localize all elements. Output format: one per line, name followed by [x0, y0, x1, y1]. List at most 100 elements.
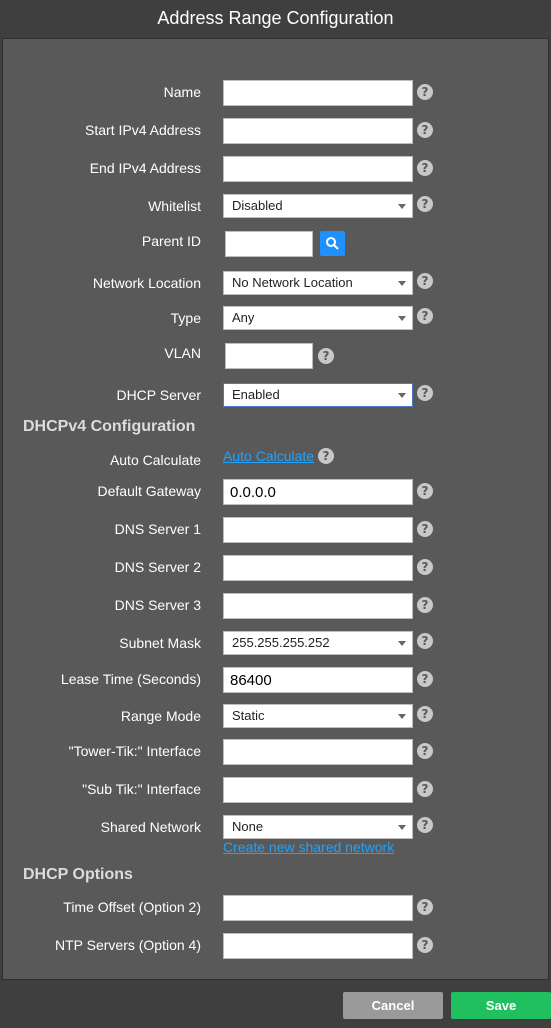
- dns-server-2-label: DNS Server 2: [114, 559, 201, 575]
- network-location-select[interactable]: No Network Location: [223, 271, 413, 295]
- help-icon[interactable]: ?: [417, 559, 433, 575]
- vlan-input[interactable]: [225, 343, 313, 369]
- tower-tik-row: "Tower-Tik:" Interface ?: [3, 739, 548, 765]
- dhcp-server-label: DHCP Server: [116, 387, 201, 403]
- parent-id-row: Parent ID: [3, 231, 548, 257]
- help-icon[interactable]: ?: [417, 706, 433, 722]
- ntp-servers-label: NTP Servers (Option 4): [54, 937, 201, 953]
- shared-network-select[interactable]: None: [223, 815, 413, 839]
- lease-time-input[interactable]: [223, 667, 413, 693]
- dhcp-options-heading: DHCP Options: [23, 866, 133, 883]
- tower-tik-input[interactable]: [223, 739, 413, 765]
- start-ipv4-row: Start IPv4 Address ?: [3, 118, 548, 144]
- end-ipv4-label: End IPv4 Address: [89, 160, 201, 176]
- dns-server-1-input[interactable]: [223, 517, 413, 543]
- dialog-footer: Cancel Save: [0, 980, 551, 1028]
- time-offset-input[interactable]: [223, 895, 413, 921]
- range-mode-row: Range Mode Static ?: [3, 704, 548, 730]
- network-location-row: Network Location No Network Location ?: [3, 271, 548, 297]
- help-icon[interactable]: ?: [417, 781, 433, 797]
- subnet-mask-label: Subnet Mask: [119, 635, 201, 651]
- whitelist-select[interactable]: Disabled: [223, 194, 413, 218]
- help-icon[interactable]: ?: [417, 160, 433, 176]
- vlan-row: VLAN ?: [3, 343, 548, 369]
- save-button[interactable]: Save: [451, 992, 551, 1019]
- help-icon[interactable]: ?: [417, 743, 433, 759]
- dns-server-3-input[interactable]: [223, 593, 413, 619]
- time-offset-label: Time Offset (Option 2): [63, 899, 201, 915]
- dns-server-1-row: DNS Server 1 ?: [3, 517, 548, 543]
- help-icon[interactable]: ?: [417, 521, 433, 537]
- whitelist-row: Whitelist Disabled ?: [3, 194, 548, 220]
- subnet-mask-value: 255.255.255.252: [232, 635, 330, 650]
- dhcp-server-value: Enabled: [232, 387, 280, 402]
- form-panel: Name ? Start IPv4 Address ? End IPv4 Add…: [2, 38, 549, 980]
- time-offset-row: Time Offset (Option 2) ?: [3, 895, 548, 921]
- help-icon[interactable]: ?: [417, 122, 433, 138]
- start-ipv4-input[interactable]: [223, 118, 413, 144]
- help-icon[interactable]: ?: [417, 633, 433, 649]
- dhcp-server-select[interactable]: Enabled: [223, 383, 413, 407]
- help-icon[interactable]: ?: [417, 817, 433, 833]
- dialog-titlebar: Address Range Configuration: [0, 0, 551, 38]
- type-select[interactable]: Any: [223, 306, 413, 330]
- dns-server-2-row: DNS Server 2 ?: [3, 555, 548, 581]
- name-label: Name: [163, 84, 201, 100]
- search-icon: [326, 237, 339, 250]
- network-location-label: Network Location: [92, 275, 201, 291]
- help-icon[interactable]: ?: [417, 84, 433, 100]
- dns-server-3-row: DNS Server 3 ?: [3, 593, 548, 619]
- chevron-down-icon: [398, 204, 406, 209]
- chevron-down-icon: [398, 281, 406, 286]
- subnet-mask-row: Subnet Mask 255.255.255.252 ?: [3, 631, 548, 657]
- default-gateway-row: Default Gateway ?: [3, 479, 548, 505]
- vlan-label: VLAN: [164, 345, 201, 361]
- range-mode-value: Static: [232, 708, 265, 723]
- ntp-servers-row: NTP Servers (Option 4) ?: [3, 933, 548, 959]
- help-icon[interactable]: ?: [417, 937, 433, 953]
- chevron-down-icon: [398, 393, 406, 398]
- chevron-down-icon: [398, 825, 406, 830]
- cancel-button[interactable]: Cancel: [343, 992, 443, 1019]
- help-icon[interactable]: ?: [417, 671, 433, 687]
- whitelist-value: Disabled: [232, 198, 283, 213]
- type-label: Type: [170, 310, 201, 326]
- whitelist-label: Whitelist: [148, 198, 201, 214]
- shared-network-value: None: [232, 819, 264, 834]
- help-icon[interactable]: ?: [417, 899, 433, 915]
- search-button[interactable]: [320, 231, 345, 256]
- default-gateway-input[interactable]: [223, 479, 413, 505]
- range-mode-select[interactable]: Static: [223, 704, 413, 728]
- help-icon[interactable]: ?: [417, 597, 433, 613]
- dialog-title: Address Range Configuration: [157, 8, 394, 28]
- help-icon[interactable]: ?: [318, 348, 334, 364]
- shared-network-row: Shared Network None ?: [3, 815, 548, 841]
- dhcpv4-heading: DHCPv4 Configuration: [23, 418, 196, 435]
- ntp-servers-input[interactable]: [223, 933, 413, 959]
- dhcp-server-row: DHCP Server Enabled ?: [3, 383, 548, 409]
- dns-server-1-label: DNS Server 1: [114, 521, 201, 537]
- chevron-down-icon: [398, 714, 406, 719]
- type-row: Type Any ?: [3, 306, 548, 332]
- auto-calculate-link[interactable]: Auto Calculate: [223, 448, 314, 464]
- sub-tik-input[interactable]: [223, 777, 413, 803]
- network-location-value: No Network Location: [232, 275, 353, 290]
- auto-calculate-row: Auto Calculate Auto Calculate ?: [3, 448, 548, 474]
- help-icon[interactable]: ?: [417, 385, 433, 401]
- name-row: Name ?: [3, 80, 548, 106]
- help-icon[interactable]: ?: [417, 273, 433, 289]
- help-icon[interactable]: ?: [417, 196, 433, 212]
- end-ipv4-input[interactable]: [223, 156, 413, 182]
- chevron-down-icon: [398, 316, 406, 321]
- help-icon[interactable]: ?: [417, 483, 433, 499]
- parent-id-input[interactable]: [225, 231, 313, 257]
- create-shared-network-link[interactable]: Create new shared network: [223, 839, 394, 855]
- name-input[interactable]: [223, 80, 413, 106]
- help-icon[interactable]: ?: [318, 448, 334, 464]
- help-icon[interactable]: ?: [417, 308, 433, 324]
- default-gateway-label: Default Gateway: [97, 483, 202, 499]
- dns-server-2-input[interactable]: [223, 555, 413, 581]
- subnet-mask-select[interactable]: 255.255.255.252: [223, 631, 413, 655]
- start-ipv4-label: Start IPv4 Address: [85, 122, 201, 138]
- auto-calculate-label: Auto Calculate: [109, 452, 201, 468]
